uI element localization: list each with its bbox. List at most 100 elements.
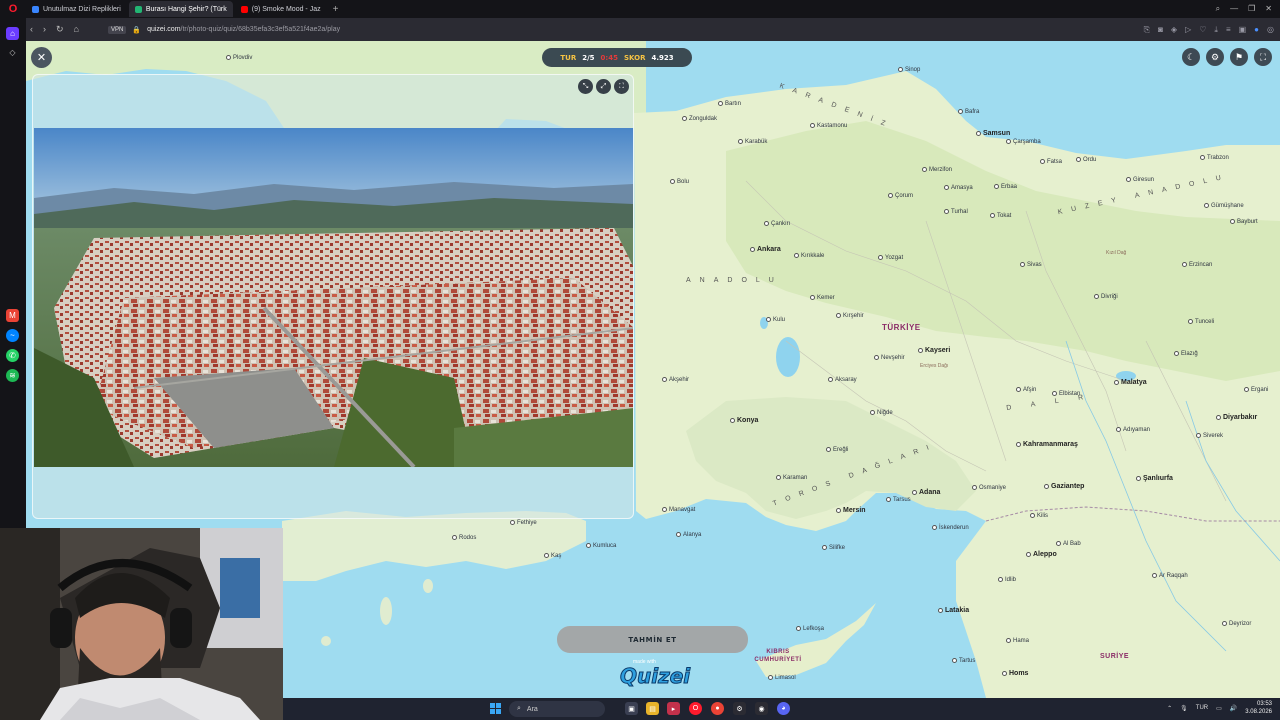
heart-icon[interactable]: ♡	[1199, 25, 1206, 35]
task-view-icon[interactable]: ▣	[625, 702, 638, 715]
wallet-icon[interactable]: ▣	[1239, 25, 1247, 35]
taskbar-search[interactable]: ⌕ Ara	[509, 701, 605, 717]
city-label: Niğde	[870, 410, 893, 416]
search-tabs-icon[interactable]: ⌕	[1216, 4, 1220, 14]
gmail-icon[interactable]: M	[6, 309, 19, 322]
clock[interactable]: 03:53 3.08.2026	[1245, 700, 1272, 716]
app-icon[interactable]: ▸	[667, 702, 680, 715]
dark-mode-button[interactable]: ☾	[1182, 48, 1200, 66]
shrink-icon: ⤡	[582, 82, 589, 90]
home-icon[interactable]: ⌂	[6, 27, 19, 40]
map-toolbar: ☾ ⚙ ⚑ ⛶	[1182, 48, 1272, 66]
url-field[interactable]: quizei.com/tr/photo-quiz/quiz/68b35efa3c…	[147, 26, 340, 33]
new-tab-button[interactable]: +	[329, 4, 343, 15]
city-label: Çarşamba	[1006, 139, 1041, 145]
city-label: Yozgat	[878, 255, 903, 261]
messenger-icon[interactable]: ~	[6, 329, 19, 342]
country-label: KIBRIS CUMHURİYETİ	[754, 649, 802, 663]
score-value: 4.923	[651, 53, 674, 62]
score-label: SKOR	[623, 53, 646, 62]
network-icon[interactable]: ▭	[1216, 705, 1222, 712]
forward-icon[interactable]: ›	[43, 24, 46, 35]
city-label: Mersin	[836, 507, 866, 514]
expand-photo-button[interactable]: ⤢	[596, 79, 611, 94]
fullscreen-button[interactable]: ⛶	[1254, 48, 1272, 66]
file-explorer-icon[interactable]: ▤	[646, 702, 659, 715]
microphone-icon[interactable]: 🎙	[1180, 705, 1188, 712]
photo-panel: ⤡ ⤢ ⛶	[32, 74, 634, 519]
reload-icon[interactable]: ↻	[56, 24, 64, 35]
discord-icon[interactable]: ◕	[777, 702, 790, 715]
city-label: Bayburt	[1230, 219, 1258, 225]
steam-icon[interactable]: ◉	[755, 702, 768, 715]
city-label: Turhal	[944, 209, 968, 215]
city-label: Kastamonu	[810, 123, 847, 129]
back-icon[interactable]: ‹	[30, 24, 33, 35]
profile-icon[interactable]: ◎	[1267, 25, 1274, 35]
spotify-icon[interactable]: ≋	[6, 369, 19, 382]
tab-label: Unutulmaz Dizi Replikleri	[43, 5, 121, 13]
shield-icon[interactable]: ◈	[1171, 25, 1177, 35]
city-label: Alanya	[676, 532, 701, 538]
speed-dial-icon[interactable]: ◇	[6, 46, 19, 59]
camera-icon[interactable]: ◙	[1158, 25, 1163, 35]
search-placeholder: Ara	[526, 705, 538, 713]
city-label: Sinop	[898, 67, 920, 73]
lock-icon[interactable]: 🔒	[132, 26, 141, 34]
city-label: Kulu	[766, 317, 785, 323]
search-icon: ⌕	[517, 705, 521, 712]
photo-controls: ⤡ ⤢ ⛶	[578, 79, 629, 94]
close-quiz-button[interactable]: ✕	[31, 47, 52, 68]
webcam-person-image	[0, 528, 283, 720]
expand-icon: ⤢	[600, 82, 607, 90]
tab-label: Burası Hangi Şehir? (Türk	[145, 5, 227, 13]
fullscreen-photo-button[interactable]: ⛶	[614, 79, 629, 94]
chevron-up-icon[interactable]: ⌃	[1167, 705, 1172, 712]
url-path: /tr/photo-quiz/quiz/68b35efa3c3ef5a521f4…	[180, 26, 341, 33]
settings-app-icon[interactable]: ⚙	[733, 702, 746, 715]
city-label: Aleppo	[1026, 551, 1057, 558]
extension-icon[interactable]: ●	[1254, 25, 1259, 35]
browser-tab-bar: O Unutulmaz Dizi Replikleri Burası Hangi…	[0, 0, 1280, 18]
download-icon[interactable]: ⤓	[1214, 25, 1218, 35]
region-label: ANADOLU	[686, 277, 783, 284]
guess-button[interactable]: TAHMİN ET	[557, 626, 748, 653]
vpn-badge[interactable]: VPN	[108, 25, 127, 34]
quizei-logo[interactable]: Quizei	[619, 664, 690, 689]
close-window-button[interactable]: ✕	[1265, 4, 1272, 14]
play-icon[interactable]: ▷	[1185, 25, 1191, 35]
menu-icon[interactable]: ≡	[1226, 25, 1231, 35]
city-label: Çankırı	[764, 221, 790, 227]
city-label: Manavgat	[662, 507, 695, 513]
city-label: Hama	[1006, 638, 1029, 644]
whatsapp-icon[interactable]: ✆	[6, 349, 19, 362]
city-label: Nevşehir	[874, 355, 905, 361]
tab-youtube[interactable]: (9) Smoke Mood - Jaz	[235, 1, 327, 17]
settings-button[interactable]: ⚙	[1206, 48, 1224, 66]
report-button[interactable]: ⚑	[1230, 48, 1248, 66]
window-controls: ⌕ — ❐ ✕	[1216, 4, 1280, 14]
windows-start-icon[interactable]	[490, 703, 501, 714]
share-icon[interactable]: ⎘	[1144, 25, 1150, 35]
city-photo[interactable]	[34, 128, 633, 467]
opera-logo-icon[interactable]: O	[0, 0, 26, 18]
tab-dizi-replikleri[interactable]: Unutulmaz Dizi Replikleri	[26, 1, 127, 17]
quiz-status-bar: TUR 2/5 0:45 SKOR 4.923	[542, 48, 692, 67]
address-bar-icons: ⎘ ◙ ◈ ▷ ♡ ⤓ ≡ ▣ ● ◎	[1144, 25, 1280, 35]
home-icon[interactable]: ⌂	[74, 24, 79, 35]
tab-quiz[interactable]: Burası Hangi Şehir? (Türk	[128, 1, 233, 17]
city-label: Bafra	[958, 109, 979, 115]
city-label: Trabzon	[1200, 155, 1229, 161]
fullscreen-icon: ⛶	[1259, 51, 1267, 62]
shrink-photo-button[interactable]: ⤡	[578, 79, 593, 94]
city-label: Divriği	[1094, 294, 1118, 300]
language-indicator[interactable]: TUR	[1196, 705, 1208, 711]
city-label: Karaman	[776, 475, 807, 481]
city-label: Elazığ	[1174, 351, 1198, 357]
city-label: Şanlıurfa	[1136, 475, 1173, 482]
volume-icon[interactable]: 🔊	[1230, 705, 1237, 712]
maximize-button[interactable]: ❐	[1248, 4, 1255, 14]
chrome-icon[interactable]: ●	[711, 702, 724, 715]
minimize-button[interactable]: —	[1230, 4, 1238, 14]
opera-gx-icon[interactable]: O	[689, 702, 702, 715]
